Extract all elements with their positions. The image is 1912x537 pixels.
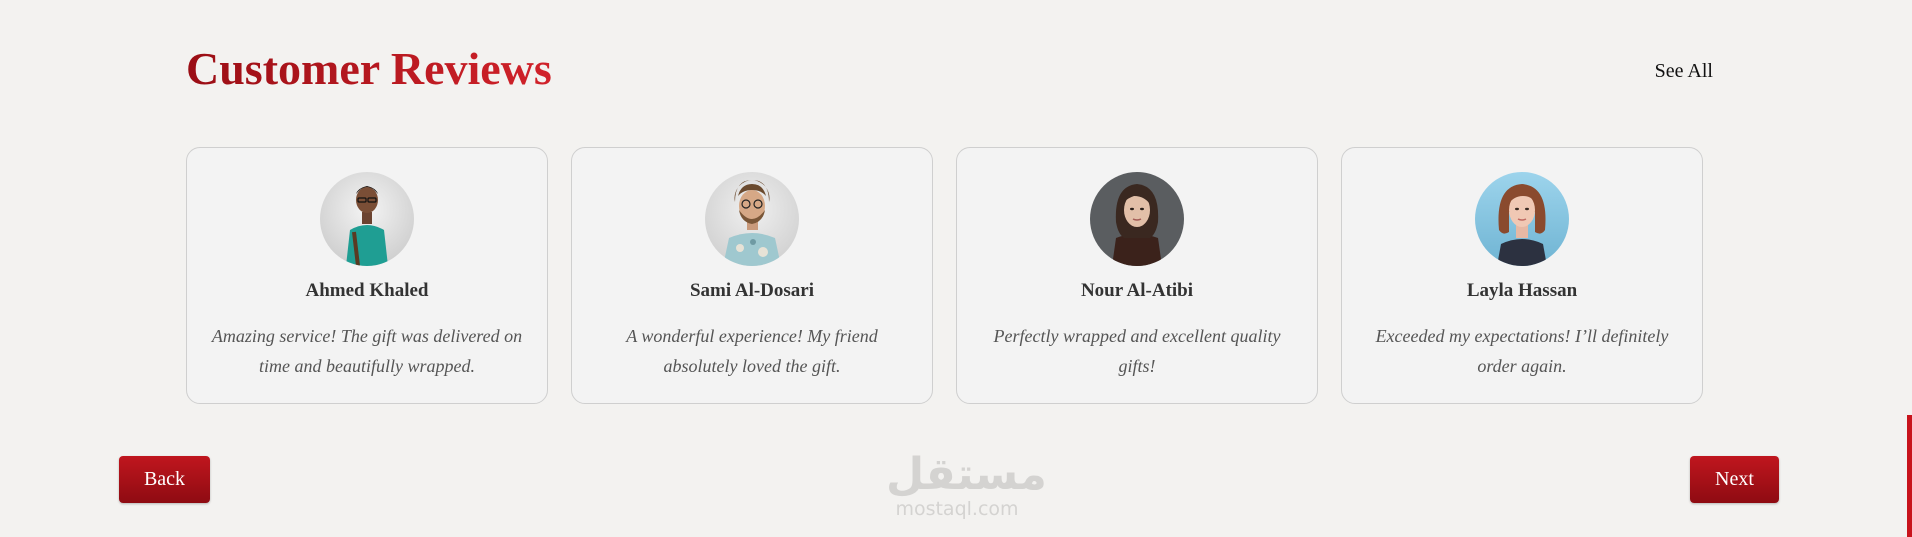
- review-text: A wonderful experience! My friend absolu…: [626, 326, 878, 376]
- review-card: Ahmed Khaled Amazing service! The gift w…: [186, 147, 548, 404]
- see-all-link[interactable]: See All: [1655, 60, 1713, 83]
- watermark-url-text: mostaql.com: [895, 498, 1019, 520]
- next-button[interactable]: Next: [1690, 456, 1779, 503]
- back-button[interactable]: Back: [119, 456, 210, 503]
- reviewer-avatar: [320, 172, 414, 266]
- reviews-list: Ahmed Khaled Amazing service! The gift w…: [186, 147, 1703, 404]
- reviewer-name: Sami Al-Dosari: [689, 280, 815, 301]
- watermark-logo: مستقل mostaql.com: [886, 449, 1047, 521]
- review-card: Nour Al-Atibi Perfectly wrapped and exce…: [956, 147, 1318, 404]
- review-text: Amazing service! The gift was delivered …: [211, 326, 523, 376]
- scrollbar-thumb[interactable]: [1907, 415, 1912, 537]
- reviewer-name: Ahmed Khaled: [305, 280, 429, 301]
- review-text: Exceeded my expectations! I’ll definitel…: [1375, 326, 1669, 376]
- watermark-arabic-text: مستقل: [886, 449, 1047, 500]
- review-text: Perfectly wrapped and excellent quality …: [993, 326, 1281, 376]
- section-title: Customer Reviews: [186, 43, 552, 94]
- reviewer-avatar: [1090, 172, 1184, 266]
- reviewer-avatar: [705, 172, 799, 266]
- review-card: Sami Al-Dosari A wonderful experience! M…: [571, 147, 933, 404]
- reviewer-avatar: [1475, 172, 1569, 266]
- reviewer-name: Nour Al-Atibi: [1080, 280, 1194, 301]
- reviewer-name: Layla Hassan: [1466, 280, 1578, 301]
- review-card: Layla Hassan Exceeded my expectations! I…: [1341, 147, 1703, 404]
